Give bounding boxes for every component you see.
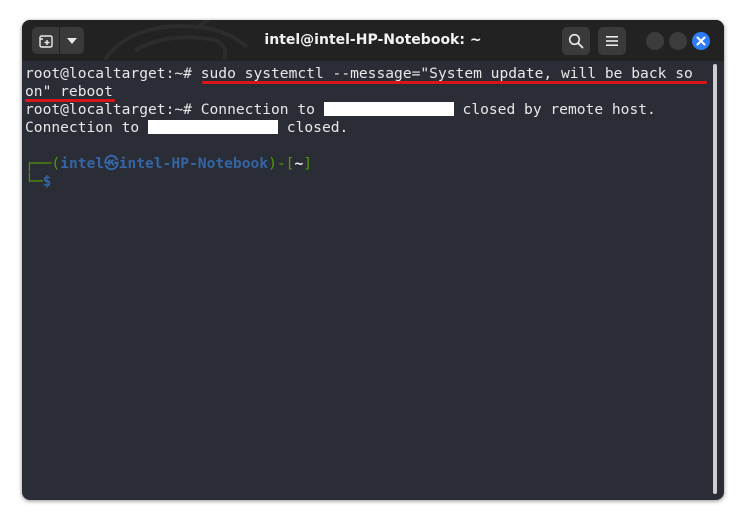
command-text: on" reboot — [25, 83, 113, 100]
terminal-line: Connection to closed. — [25, 119, 348, 137]
prompt-corner: └─ — [25, 173, 43, 190]
terminal-line: root@localtarget:~# Connection to closed… — [25, 101, 656, 119]
kali-prompt-line-2: └─$ — [25, 173, 51, 191]
command-text: sudo systemctl --message="System update,… — [200, 65, 693, 82]
prompt-symbol: $ — [42, 173, 52, 190]
shell-prompt: root@localtarget:~# — [25, 65, 201, 82]
redacted-host — [148, 120, 279, 134]
annotation-underline — [202, 81, 707, 84]
search-icon — [568, 33, 584, 49]
output-text: closed. — [278, 119, 349, 136]
output-text: Connection to — [200, 101, 324, 118]
redacted-host — [323, 102, 454, 116]
close-icon — [696, 36, 706, 46]
menu-button[interactable] — [598, 27, 626, 55]
prompt-bracket: )-[ — [268, 155, 295, 172]
output-text: Connection to — [25, 119, 149, 136]
prompt-bracket: ┌──( — [25, 155, 61, 172]
close-button[interactable] — [692, 32, 710, 50]
minimize-button[interactable] — [646, 32, 664, 50]
prompt-directory: ~ — [294, 155, 304, 172]
terminal-window: intel@intel-HP-Notebook: ~ root@localtar… — [22, 20, 724, 500]
prompt-bracket: ] — [303, 155, 313, 172]
title-bar: intel@intel-HP-Notebook: ~ — [22, 20, 724, 61]
kali-logo-icon: ㉿ — [104, 155, 119, 172]
prompt-user: intel — [60, 155, 105, 172]
maximize-button[interactable] — [669, 32, 687, 50]
hamburger-menu-icon — [606, 36, 618, 46]
search-button[interactable] — [562, 27, 590, 55]
prompt-host: intel-HP-Notebook — [118, 155, 269, 172]
shell-prompt: root@localtarget:~# — [25, 101, 201, 118]
terminal-output[interactable]: root@localtarget:~# sudo systemctl --mes… — [25, 62, 715, 492]
kali-prompt-line: ┌──(intel㉿intel-HP-Notebook)-[~] — [25, 155, 312, 173]
output-text: closed by remote host. — [453, 101, 656, 118]
scrollbar[interactable] — [713, 64, 717, 494]
